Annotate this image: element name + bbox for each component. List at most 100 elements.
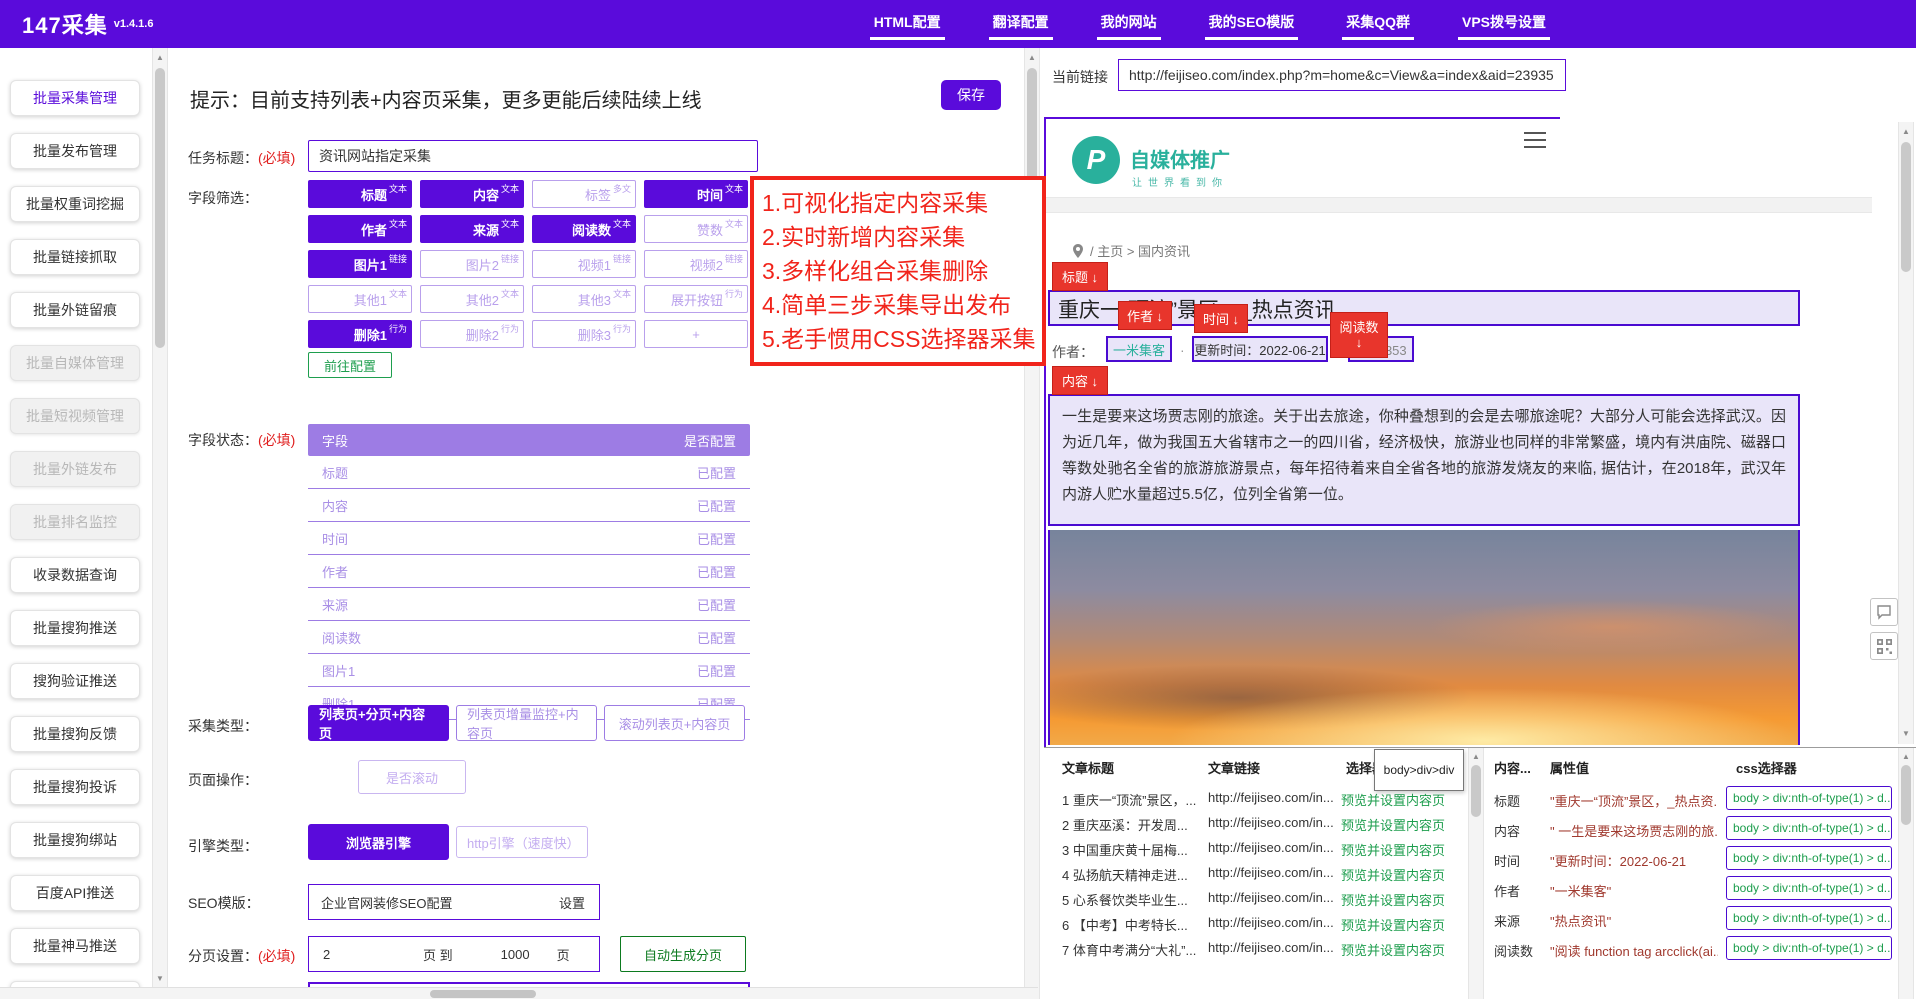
sidebar-item-baidu-api[interactable]: 百度API推送 — [10, 875, 140, 911]
sidebar-item-shenma-push[interactable]: 批量神马推送 — [10, 928, 140, 964]
field-cell-video2[interactable]: 视频2链接 — [644, 250, 748, 278]
horizontal-scrollbar[interactable] — [0, 987, 1038, 999]
article-row-link[interactable]: http://feijiseo.com/in... — [1208, 915, 1338, 930]
preview-set-content-link[interactable]: 预览并设置内容页 — [1341, 940, 1445, 959]
preview-set-content-link[interactable]: 预览并设置内容页 — [1341, 790, 1445, 809]
article-row-link[interactable]: http://feijiseo.com/in... — [1208, 815, 1338, 830]
goto-config-button[interactable]: 前往配置 — [308, 352, 392, 378]
scrollbar-thumb[interactable] — [1901, 765, 1911, 825]
field-cell-image2[interactable]: 图片2链接 — [420, 250, 524, 278]
article-row-title[interactable]: 7 体育中考满分“大礼”... — [1062, 940, 1196, 959]
css-selector-box[interactable]: body > div:nth-of-type(1) > d... — [1726, 786, 1892, 810]
article-row-link[interactable]: http://feijiseo.com/in... — [1208, 790, 1338, 805]
field-cell-other2[interactable]: 其他2文本 — [420, 285, 524, 313]
scroll-up-icon[interactable]: ▲ — [1899, 751, 1913, 763]
paging-to-value[interactable]: 1000 — [453, 947, 557, 962]
article-row-link[interactable]: http://feijiseo.com/in... — [1208, 865, 1338, 880]
sidebar-item-batch-publish[interactable]: 批量发布管理 — [10, 133, 140, 169]
sidebar-item-backlink-trace[interactable]: 批量外链留痕 — [10, 292, 140, 328]
scroll-up-icon[interactable]: ▲ — [1469, 751, 1483, 763]
field-cell-image1[interactable]: 图片1链接 — [308, 250, 412, 278]
field-cell-content[interactable]: 内容文本 — [420, 180, 524, 208]
sidebar-item-sogou-bind[interactable]: 批量搜狗绑站 — [10, 822, 140, 858]
engine-http[interactable]: http引擎（速度快） — [456, 826, 588, 858]
field-cell-delete2[interactable]: 删除2行为 — [420, 320, 524, 348]
hamburger-menu-icon[interactable] — [1524, 132, 1546, 148]
page-op-scroll-toggle[interactable]: 是否滚动 — [358, 760, 466, 794]
field-cell-likes[interactable]: 赞数文本 — [644, 215, 748, 243]
field-cell-delete1[interactable]: 删除1行为 — [308, 320, 412, 348]
nav-my-sites[interactable]: 我的网站 — [1097, 9, 1161, 40]
scrollbar-thumb[interactable] — [1471, 765, 1481, 817]
sidebar-item-sogou-push[interactable]: 批量搜狗推送 — [10, 610, 140, 646]
qr-code-icon[interactable] — [1870, 632, 1898, 660]
scroll-up-icon[interactable]: ▲ — [1899, 126, 1913, 138]
css-selector-box[interactable]: body > div:nth-of-type(1) > d... — [1726, 936, 1892, 960]
article-row-link[interactable]: http://feijiseo.com/in... — [1208, 940, 1338, 955]
sidebar-item-backlink-publish[interactable]: 批量外链发布 — [10, 451, 140, 487]
field-cell-delete3[interactable]: 删除3行为 — [532, 320, 636, 348]
scrollbar-thumb[interactable] — [155, 68, 165, 348]
field-cell-title[interactable]: 标题文本 — [308, 180, 412, 208]
paging-from-value[interactable]: 2 — [309, 947, 423, 962]
collect-type-list-paging-content[interactable]: 列表页+分页+内容页 — [308, 705, 449, 741]
nav-html-config[interactable]: HTML配置 — [870, 9, 945, 40]
sidebar-item-video-manage[interactable]: 批量短视频管理 — [10, 398, 140, 434]
article-row-title[interactable]: 1 重庆一“顶流”景区，... — [1062, 790, 1196, 809]
seo-set-button[interactable]: 设置 — [559, 893, 599, 912]
scroll-up-icon[interactable]: ▲ — [153, 52, 167, 64]
save-button[interactable]: 保存 — [941, 80, 1001, 110]
sidebar-item-sogou-verify[interactable]: 搜狗验证推送 — [10, 663, 140, 699]
sidebar-item-sogou-feedback[interactable]: 批量搜狗反馈 — [10, 716, 140, 752]
field-cell-other3[interactable]: 其他3文本 — [532, 285, 636, 313]
sidebar-item-index-query[interactable]: 收录数据查询 — [10, 557, 140, 593]
selector-overlay-input[interactable]: body>div>div — [1374, 749, 1464, 791]
preview-set-content-link[interactable]: 预览并设置内容页 — [1341, 890, 1445, 909]
article-row-link[interactable]: http://feijiseo.com/in... — [1208, 890, 1338, 905]
nav-my-seo-templates[interactable]: 我的SEO模版 — [1205, 9, 1299, 40]
engine-browser[interactable]: 浏览器引擎 — [308, 824, 449, 860]
article-row-title[interactable]: 2 重庆巫溪：开发周... — [1062, 815, 1196, 834]
nav-translate-config[interactable]: 翻译配置 — [989, 9, 1053, 40]
sidebar-item-link-grab[interactable]: 批量链接抓取 — [10, 239, 140, 275]
collect-type-scroll-list[interactable]: 滚动列表页+内容页 — [604, 705, 745, 741]
collect-type-incremental[interactable]: 列表页增量监控+内容页 — [456, 705, 597, 741]
css-selector-box[interactable]: body > div:nth-of-type(1) > d... — [1726, 876, 1892, 900]
article-row-title[interactable]: 3 中国重庆黄十届梅... — [1062, 840, 1196, 859]
field-cell-expand[interactable]: 展开按钮行为 — [644, 285, 748, 313]
chat-bubble-icon[interactable] — [1870, 598, 1898, 626]
field-cell-add[interactable]: + — [644, 320, 748, 348]
scrollbar-thumb[interactable] — [430, 990, 536, 998]
seo-template-selector[interactable]: 企业官网装修SEO配置 设置 — [308, 884, 600, 920]
css-selector-box[interactable]: body > div:nth-of-type(1) > d... — [1726, 816, 1892, 840]
sidebar-item-rank-monitor[interactable]: 批量排名监控 — [10, 504, 140, 540]
sidebar-item-batch-collect[interactable]: 批量采集管理 — [10, 80, 140, 116]
article-row-link[interactable]: http://feijiseo.com/in... — [1208, 840, 1338, 855]
field-cell-source[interactable]: 来源文本 — [420, 215, 524, 243]
preview-set-content-link[interactable]: 预览并设置内容页 — [1341, 865, 1445, 884]
article-row-title[interactable]: 4 弘扬航天精神走进... — [1062, 865, 1196, 884]
sidebar-item-weight-words[interactable]: 批量权重词挖掘 — [10, 186, 140, 222]
sidebar-item-sogou-complaint[interactable]: 批量搜狗投诉 — [10, 769, 140, 805]
form-scrollbar-left[interactable]: ▲ ▼ — [152, 48, 168, 999]
article-row-title[interactable]: 6 【中考】中考特长... — [1062, 915, 1196, 934]
sidebar-item-media-manage[interactable]: 批量自媒体管理 — [10, 345, 140, 381]
paging-range-box[interactable]: 2 页 到 1000 页 — [308, 936, 600, 972]
field-cell-video1[interactable]: 视频1链接 — [532, 250, 636, 278]
breadcrumb[interactable]: / 主页 > 国内资讯 — [1072, 241, 1190, 260]
auto-generate-paging-button[interactable]: 自动生成分页 — [620, 936, 746, 972]
field-cell-reads[interactable]: 阅读数文本 — [532, 215, 636, 243]
left-table-scrollbar[interactable]: ▲ — [1468, 748, 1484, 999]
field-cell-author[interactable]: 作者文本 — [308, 215, 412, 243]
css-selector-box[interactable]: body > div:nth-of-type(1) > d... — [1726, 846, 1892, 870]
article-row-title[interactable]: 5 心系餐饮类毕业生... — [1062, 890, 1196, 909]
preview-set-content-link[interactable]: 预览并设置内容页 — [1341, 915, 1445, 934]
field-cell-other1[interactable]: 其他1文本 — [308, 285, 412, 313]
preview-scrollbar[interactable]: ▲ ▼ — [1898, 122, 1914, 744]
article-author[interactable]: 一米集客 — [1106, 336, 1172, 362]
scrollbar-thumb[interactable] — [1901, 142, 1911, 272]
scroll-down-icon[interactable]: ▼ — [153, 973, 167, 985]
preview-set-content-link[interactable]: 预览并设置内容页 — [1341, 840, 1445, 859]
task-title-input[interactable] — [308, 140, 758, 172]
field-cell-tags[interactable]: 标签多文 — [532, 180, 636, 208]
